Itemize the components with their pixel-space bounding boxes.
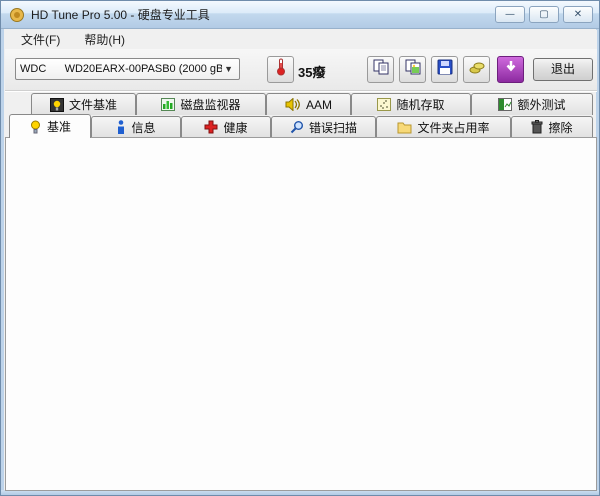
speaker-icon [285,98,301,111]
download-button[interactable] [497,56,524,83]
info-person-icon [116,120,126,134]
maximize-button[interactable]: ▢ [529,6,559,23]
title-bar[interactable]: HD Tune Pro 5.00 - 硬盘专业工具 — ▢ ✕ [1,1,599,29]
tab-label: 信息 [131,120,156,135]
extra-tests-icon [498,98,513,111]
copy-icon [373,59,389,80]
thermometer-icon [276,58,286,81]
tab-benchmark-active[interactable]: 基准 [9,114,91,138]
save-icon [437,59,453,80]
tab-label: 错误扫描 [308,120,357,135]
app-window: HD Tune Pro 5.00 - 硬盘专业工具 — ▢ ✕ 文件(F) 帮助… [0,0,600,496]
tab-label: AAM [305,97,332,112]
tab-error-scan[interactable]: 错误扫描 [271,116,376,137]
tab-folder-usage[interactable]: 文件夹占用率 [376,116,511,137]
tab-health[interactable]: 健康 [181,116,271,137]
minimize-button[interactable]: — [495,6,525,23]
copy-button[interactable] [367,56,394,83]
trash-icon [531,120,543,134]
tab-label: 擦除 [548,120,573,135]
tab-info[interactable]: 信息 [91,116,181,137]
toolbar: WDC WD20EARX-00PASB0 (2000 gB ▼ 35癈 退出 [5,49,597,91]
app-logo-icon [9,7,25,23]
tab-label: 文件基准 [68,98,117,112]
chevron-down-icon: ▼ [224,64,233,74]
bulb-icon [29,120,42,134]
drive-select-combobox[interactable]: WDC WD20EARX-00PASB0 (2000 gB ▼ [15,58,240,80]
magnifier-icon [290,120,304,134]
disk-monitor-icon [161,98,176,111]
export-button[interactable] [463,56,490,83]
exit-button[interactable]: 退出 [533,58,593,81]
folder-icon [397,121,412,134]
file-benchmark-icon [49,97,64,112]
tab-erase[interactable]: 擦除 [511,116,593,137]
copy-image-icon [405,59,421,80]
copy-image-button[interactable] [399,56,426,83]
tab-label: 磁盘监视器 [180,98,241,112]
drive-select-value: WDC WD20EARX-00PASB0 (2000 gB [20,63,223,75]
download-arrow-icon [504,60,518,79]
tab-label: 文件夹占用率 [417,120,490,135]
tab-label: 健康 [223,120,248,135]
menu-file[interactable]: 文件(F) [11,29,70,50]
temperature-button[interactable] [267,56,294,83]
benchmark-panel [5,137,597,491]
menu-bar: 文件(F) 帮助(H) [5,30,597,49]
temperature-value: 35癈 [298,65,326,80]
close-button[interactable]: ✕ [563,6,593,23]
export-disks-icon [469,59,485,80]
tab-aam[interactable]: AAM [266,93,351,115]
random-access-icon [377,98,392,111]
tab-random-access[interactable]: 随机存取 [351,93,471,115]
tab-extra-tests[interactable]: 额外测试 [471,93,593,115]
save-button[interactable] [431,56,458,83]
window-title: HD Tune Pro 5.00 - 硬盘专业工具 [31,8,210,22]
tab-disk-monitor[interactable]: 磁盘监视器 [136,93,266,115]
tab-label: 基准 [46,120,71,134]
menu-help[interactable]: 帮助(H) [74,29,135,50]
health-cross-icon [204,120,218,134]
tab-label: 随机存取 [396,98,445,112]
tab-label: 额外测试 [517,98,566,112]
tab-file-benchmark[interactable]: 文件基准 [31,93,136,115]
